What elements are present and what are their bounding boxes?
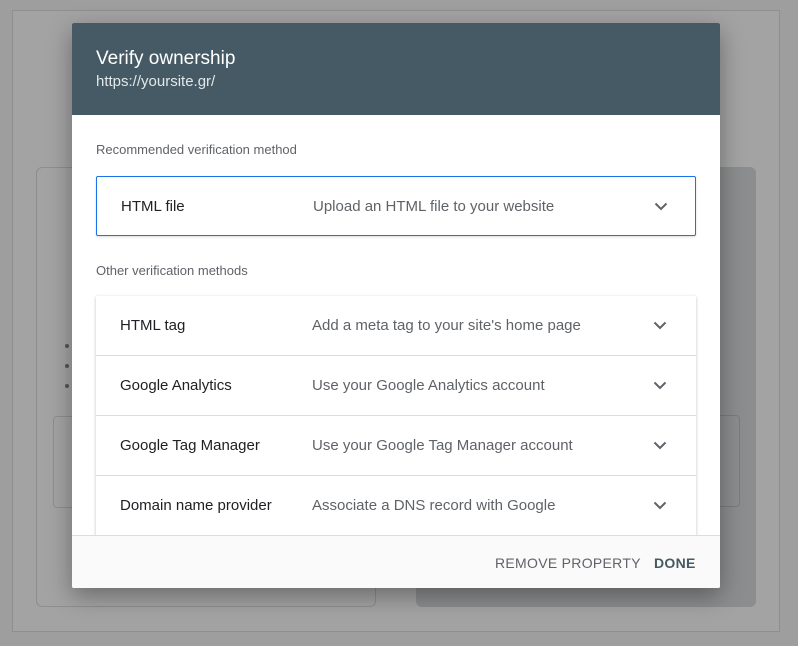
bullet <box>65 384 69 388</box>
chevron-down-icon[interactable] <box>653 198 669 214</box>
recommended-section-label: Recommended verification method <box>96 142 297 157</box>
chevron-down-icon[interactable] <box>652 318 668 334</box>
dialog-title: Verify ownership <box>96 48 236 69</box>
dialog-footer: REMOVE PROPERTY DONE <box>72 535 720 588</box>
bullet <box>65 344 69 348</box>
method-name: Google Tag Manager <box>120 437 260 454</box>
method-google-analytics[interactable]: Google Analytics Use your Google Analyti… <box>96 356 696 416</box>
method-name: HTML tag <box>120 317 186 334</box>
method-google-tag-manager[interactable]: Google Tag Manager Use your Google Tag M… <box>96 416 696 476</box>
method-description: Upload an HTML file to your website <box>313 197 555 215</box>
dialog-header: Verify ownership https://yoursite.gr/ <box>72 23 720 115</box>
method-html-file[interactable]: HTML file Upload an HTML file to your we… <box>96 176 696 236</box>
method-html-tag[interactable]: HTML tag Add a meta tag to your site's h… <box>96 296 696 356</box>
method-description: Associate a DNS record with Google <box>312 497 556 514</box>
chevron-down-icon[interactable] <box>652 438 668 454</box>
method-description: Add a meta tag to your site's home page <box>312 317 581 334</box>
done-button[interactable]: DONE <box>654 536 696 588</box>
method-name: Domain name provider <box>120 497 272 514</box>
background-bullets <box>65 344 69 404</box>
method-name: Google Analytics <box>120 377 232 394</box>
chevron-down-icon[interactable] <box>652 378 668 394</box>
method-description: Use your Google Tag Manager account <box>312 437 573 454</box>
other-section-label: Other verification methods <box>96 263 248 278</box>
other-methods-list: HTML tag Add a meta tag to your site's h… <box>96 296 696 535</box>
verify-ownership-dialog: Verify ownership https://yoursite.gr/ Re… <box>72 23 720 588</box>
chevron-down-icon[interactable] <box>652 498 668 514</box>
method-description: Use your Google Analytics account <box>312 377 545 394</box>
bullet <box>65 364 69 368</box>
method-domain-name-provider[interactable]: Domain name provider Associate a DNS rec… <box>96 476 696 535</box>
property-url: https://yoursite.gr/ <box>96 73 216 90</box>
remove-property-button[interactable]: REMOVE PROPERTY <box>495 536 641 588</box>
method-name: HTML file <box>121 197 185 215</box>
dialog-body[interactable]: Recommended verification method HTML fil… <box>72 115 720 535</box>
